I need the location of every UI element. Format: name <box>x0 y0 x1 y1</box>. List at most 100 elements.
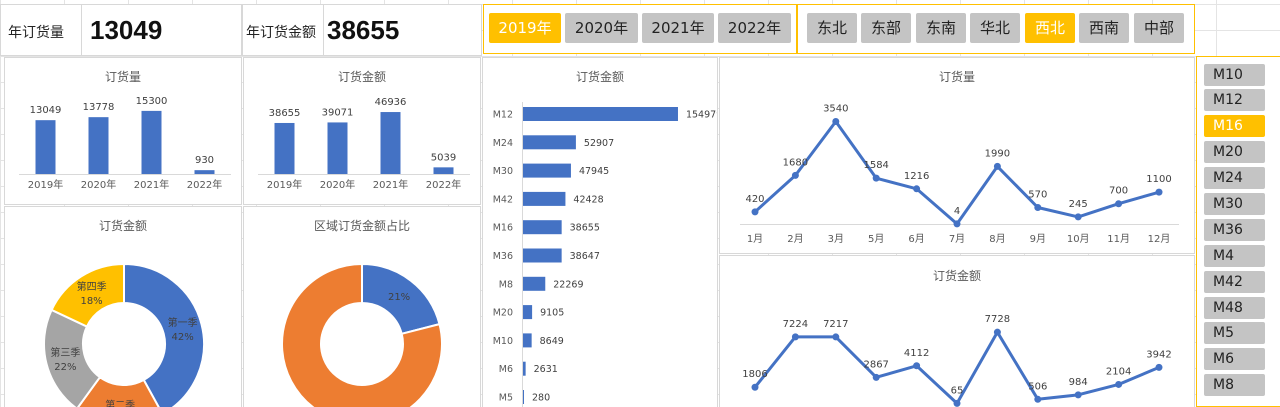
model-button[interactable]: M42 <box>1204 271 1265 293</box>
monthly-qty-line-chart: 420 1月 1680 2月 3540 3月 1584 5月 1216 6月 4 7月 1990 8月 57… <box>740 104 1179 245</box>
data-label: 22269 <box>553 279 583 290</box>
model-button[interactable]: M12 <box>1204 89 1265 111</box>
bar <box>523 276 546 291</box>
data-point <box>953 399 961 407</box>
data-point <box>1034 395 1042 403</box>
bar <box>523 333 532 348</box>
category-label: 10月 <box>1067 233 1090 245</box>
model-button[interactable]: M30 <box>1204 193 1265 215</box>
category-label: 2022年 <box>426 178 461 191</box>
bar <box>327 122 348 174</box>
model-button[interactable]: M4 <box>1204 245 1265 267</box>
category-label: 2020年 <box>81 178 116 191</box>
data-label: 13049 <box>30 105 62 116</box>
bar <box>523 107 678 121</box>
category-label: 9月 <box>1030 233 1046 245</box>
year-button[interactable]: 2019年 <box>489 13 561 43</box>
region-button[interactable]: 西北 <box>1025 13 1075 43</box>
category-label: 8月 <box>989 233 1005 245</box>
model-button[interactable]: M8 <box>1204 374 1265 396</box>
year-button[interactable]: 2021年 <box>642 13 714 43</box>
data-point <box>993 162 1001 170</box>
category-label: M20 <box>493 308 513 319</box>
data-point <box>1115 380 1123 388</box>
category-label: M42 <box>493 194 513 205</box>
data-label: 5039 <box>431 152 456 163</box>
data-label: 1990 <box>985 148 1010 159</box>
model-amount-chart-panel: 订货金额 M12 154979 M24 52907 M30 47945 M42 42428 M1… <box>482 57 718 407</box>
model-button[interactable]: M16 <box>1204 115 1265 137</box>
data-label: 38647 <box>570 251 600 262</box>
category-label: 2021年 <box>134 178 169 191</box>
data-label: 4 <box>954 206 960 217</box>
model-button[interactable]: M36 <box>1204 219 1265 241</box>
yearly-qty-chart-panel: 订货量 13049 2019年 13778 2020年 15300 2021年 930 202… <box>4 57 242 205</box>
slice-label: 第二季 <box>105 398 135 407</box>
data-label: 7217 <box>823 319 848 330</box>
data-label: 984 <box>1069 377 1088 388</box>
data-point <box>913 185 921 193</box>
data-label: 154979 <box>686 110 718 121</box>
region-slicer: 东北 东部 东南 华北 西北 西南 中部 <box>797 4 1195 54</box>
model-button[interactable]: M48 <box>1204 297 1265 319</box>
bar <box>523 305 533 320</box>
region-button[interactable]: 东部 <box>861 13 911 43</box>
region-button[interactable]: 华北 <box>970 13 1020 43</box>
data-point <box>1074 391 1082 399</box>
data-label: 2631 <box>534 364 558 375</box>
data-label: 3540 <box>823 104 848 115</box>
data-label: 13778 <box>83 102 115 113</box>
monthly-qty-chart-panel: 订货量 420 1月 1680 2月 3540 3月 1584 5月 1216 6月 4 7月 1990… <box>719 57 1195 254</box>
region-button[interactable]: 东北 <box>807 13 857 43</box>
data-label: 1806 <box>742 369 767 380</box>
bar <box>523 220 562 235</box>
bar <box>274 122 295 174</box>
data-point <box>1074 213 1082 221</box>
data-label: 3942 <box>1146 349 1171 360</box>
slice-value-label: 18% <box>80 296 102 307</box>
region-button[interactable]: 东南 <box>916 13 966 43</box>
model-button[interactable]: M24 <box>1204 167 1265 189</box>
bar <box>523 163 571 178</box>
data-point <box>1034 204 1042 211</box>
model-button[interactable]: M5 <box>1204 322 1265 344</box>
year-button[interactable]: 2022年 <box>718 13 791 43</box>
data-label: 7224 <box>783 319 808 330</box>
kpi-divider <box>323 5 324 55</box>
year-button[interactable]: 2020年 <box>565 13 638 43</box>
category-label: 1月 <box>747 233 763 245</box>
slice-value-label: 42% <box>171 332 193 343</box>
data-label: 1584 <box>863 160 888 171</box>
data-label: 39071 <box>322 107 354 118</box>
region-share-donut-chart: 21% <box>281 262 443 407</box>
data-label: 42428 <box>573 194 603 205</box>
category-label: 2月 <box>787 233 803 245</box>
category-label: 7月 <box>949 233 965 245</box>
data-label: 46936 <box>375 97 407 108</box>
data-label: 245 <box>1069 199 1088 210</box>
model-button[interactable]: M20 <box>1204 141 1265 163</box>
yearly-amount-chart-panel: 订货金额 38655 2019年 39071 2020年 46936 2021年 5039 2… <box>243 57 481 205</box>
bar <box>194 170 215 174</box>
category-label: M6 <box>499 364 513 375</box>
data-point <box>872 373 880 381</box>
data-label: 15300 <box>136 96 168 107</box>
model-amount-hbar-chart: M12 154979 M24 52907 M30 47945 M42 42428 M16 3865… <box>493 102 718 407</box>
yearly-qty-bar-chart: 13049 2019年 13778 2020年 15300 2021年 930 2022年 <box>19 96 231 191</box>
bar <box>523 191 566 206</box>
data-label: 506 <box>1028 381 1047 392</box>
model-button[interactable]: M10 <box>1204 64 1265 86</box>
category-label: M36 <box>493 251 513 262</box>
data-label: 8649 <box>540 336 564 347</box>
data-point <box>1115 200 1123 208</box>
year-slicer: 2019年 2020年 2021年 2022年 <box>483 4 797 54</box>
yearly-amount-bar-chart: 38655 2019年 39071 2020年 46936 2021年 5039 2022年 <box>258 97 470 191</box>
data-point <box>1155 188 1163 196</box>
data-label: 4112 <box>904 348 929 359</box>
bar <box>35 120 56 174</box>
region-button[interactable]: 中部 <box>1134 13 1184 43</box>
data-label: 52907 <box>584 138 614 149</box>
data-label: 280 <box>532 393 550 404</box>
region-button[interactable]: 西南 <box>1079 13 1129 43</box>
model-button[interactable]: M6 <box>1204 348 1265 370</box>
